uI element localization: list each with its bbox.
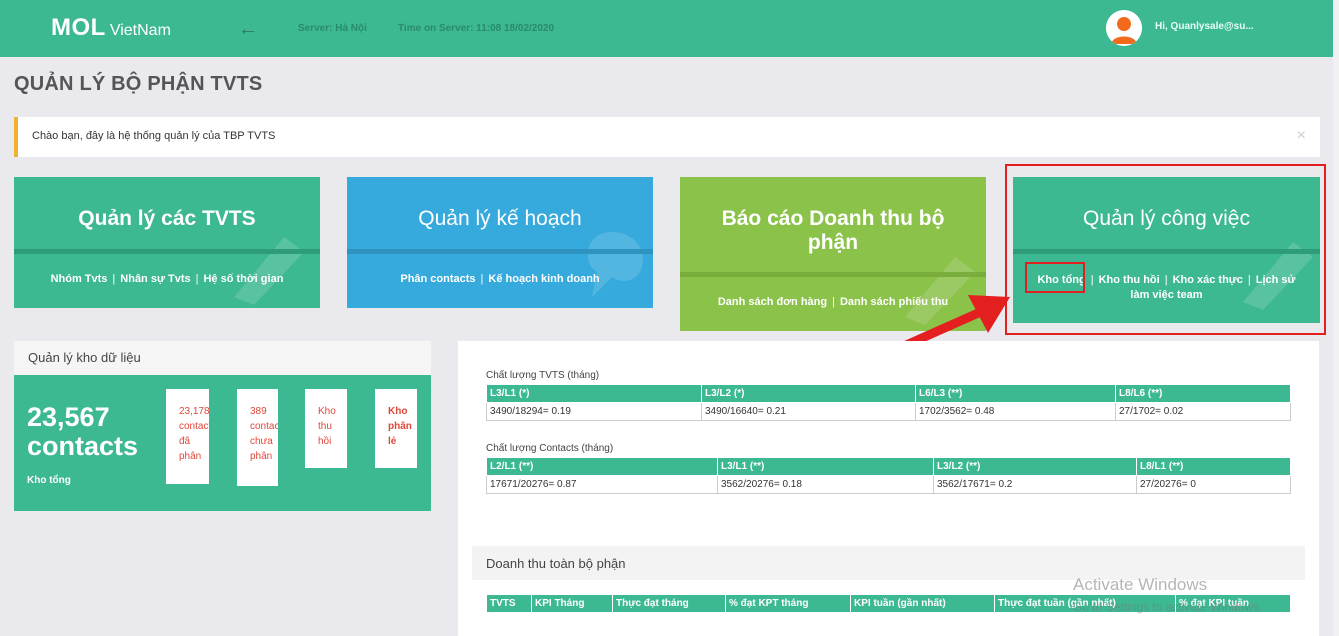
table-header-cell: L8/L1 (**) [1136, 457, 1291, 476]
link-ke-hoach-kinh-doanh[interactable]: Kế hoạch kinh doanh [488, 273, 599, 285]
quality-contacts-table: L2/L1 (**) L3/L1 (**) L3/L2 (**) L8/L1 (… [486, 457, 1291, 494]
link-separator: | [112, 273, 116, 285]
annotation-highlight-box [1005, 164, 1326, 335]
tile-divider [14, 249, 320, 254]
table-cell: 3490/18294= 0.19 [486, 402, 702, 421]
table-cell: 3562/17671= 0.2 [933, 475, 1137, 494]
link-nhan-su-tvts[interactable]: Nhân sự Tvts [120, 273, 190, 285]
quality-contacts-label: Chất lượng Contacts (tháng) [486, 443, 614, 454]
table-cell: 1702/3562= 0.48 [915, 402, 1116, 421]
table-cell: 27/1702= 0.02 [1115, 402, 1291, 421]
tile-divider [680, 272, 986, 277]
table-header-cell: L3/L2 (*) [701, 384, 916, 403]
table-header-cell: L3/L2 (**) [933, 457, 1137, 476]
kho-card-da-phan[interactable]: 23,178 contact đã phân [166, 389, 209, 484]
table-cell: 27/20276= 0 [1136, 475, 1291, 494]
link-he-so-thoi-gian[interactable]: Hệ số thời gian [203, 273, 283, 285]
contacts-count: 23,567 [27, 402, 110, 432]
tile-title[interactable]: Báo cáo Doanh thu bộ phận [680, 207, 986, 255]
user-greeting[interactable]: Hi, Quanlysale@su... [1155, 21, 1254, 32]
logo-sub-text: VietNam [109, 22, 171, 39]
table-header-cell: TVTS [486, 594, 532, 613]
kho-tong-label: Kho tổng [27, 475, 71, 486]
kho-card-phan-le[interactable]: Kho phân lẻ [375, 389, 417, 468]
contacts-unit: contacts [27, 431, 139, 461]
os-activation-hint: Go to Settings to activate Windows. [1073, 600, 1263, 614]
close-icon[interactable]: × [1297, 127, 1306, 145]
table-header-cell: KPI Tháng [531, 594, 613, 613]
annotation-highlight-kho-tong [1025, 262, 1085, 293]
server-time: Time on Server: 11:08 18/02/2020 [398, 23, 555, 34]
link-nhom-tvts[interactable]: Nhóm Tvts [51, 273, 108, 285]
os-activation-watermark: Activate Windows [1073, 575, 1208, 594]
server-info: Server: Hà Nội [298, 23, 367, 34]
link-separator: | [480, 273, 484, 285]
tile-watermark-icon [587, 232, 643, 297]
quality-tvts-table: L3/L1 (*) L3/L2 (*) L6/L3 (**) L8/L6 (**… [486, 384, 1291, 421]
table-cell: 3562/20276= 0.18 [717, 475, 934, 494]
page-title: QUẢN LÝ BỘ PHẬN TVTS [14, 73, 263, 95]
top-navbar: MOL VietNam ← Server: Hà Nội Time on Serv… [0, 0, 1333, 57]
table-header-row: L2/L1 (**) L3/L1 (**) L3/L2 (**) L8/L1 (… [486, 457, 1291, 476]
logo-main-text: MOL [51, 14, 106, 41]
revenue-section-title: Doanh thu toàn bộ phận [486, 556, 626, 571]
kho-card-chua-phan[interactable]: 389 contact(s) chưa phân [237, 389, 278, 486]
table-header-cell: L8/L6 (**) [1115, 384, 1291, 403]
kho-du-lieu-header: Quản lý kho dữ liệu [14, 341, 431, 375]
table-header-row: L3/L1 (*) L3/L2 (*) L6/L3 (**) L8/L6 (**… [486, 384, 1291, 403]
tile-title[interactable]: Quản lý các TVTS [14, 207, 320, 231]
table-header-cell: L2/L1 (**) [486, 457, 718, 476]
tile-divider [347, 249, 653, 254]
tile-links: Nhóm Tvts | Nhân sự Tvts | Hệ số thời gian [14, 273, 320, 285]
table-header-cell: L3/L1 (**) [717, 457, 934, 476]
table-header-cell: L3/L1 (*) [486, 384, 702, 403]
link-phan-contacts[interactable]: Phân contacts [400, 273, 475, 285]
table-header-cell: L6/L3 (**) [915, 384, 1116, 403]
link-danh-sach-don-hang[interactable]: Danh sách đơn hàng [718, 296, 827, 308]
welcome-alert: Chào bạn, đây là hệ thống quản lý của TB… [14, 117, 1320, 157]
table-row: 17671/20276= 0.87 3562/20276= 0.18 3562/… [486, 475, 1291, 494]
alert-text: Chào bạn, đây là hệ thống quản lý của TB… [32, 130, 276, 142]
quality-tvts-label: Chất lượng TVTS (tháng) [486, 370, 600, 381]
page-scrollbar[interactable] [1333, 0, 1339, 636]
contacts-total: 23,567 contacts [27, 403, 138, 461]
kho-du-lieu-panel: 23,567 contacts Kho tổng 23,178 contact … [14, 375, 431, 511]
table-header-cell: KPI tuần (gần nhất) [850, 594, 995, 613]
tile-manage-plan[interactable]: Quản lý kế hoạch Phân contacts | Kế hoạch … [347, 177, 653, 308]
tile-title[interactable]: Quản lý kế hoạch [347, 207, 653, 231]
app-logo[interactable]: MOL VietNam [51, 14, 171, 42]
link-separator: | [195, 273, 199, 285]
tile-links: Phân contacts | Kế hoạch kinh doanh [347, 273, 653, 285]
kho-du-lieu-title: Quản lý kho dữ liệu [28, 350, 141, 365]
table-header-cell: Thực đạt tháng [612, 594, 726, 613]
table-header-cell: % đạt KPT tháng [725, 594, 851, 613]
table-cell: 17671/20276= 0.87 [486, 475, 718, 494]
back-arrow-icon[interactable]: ← [238, 18, 258, 41]
user-avatar-icon[interactable] [1106, 10, 1142, 46]
table-row: 3490/18294= 0.19 3490/16640= 0.21 1702/3… [486, 402, 1291, 421]
kho-card-thu-hoi[interactable]: Kho thu hồi [305, 389, 347, 468]
table-cell: 3490/16640= 0.21 [701, 402, 916, 421]
tile-manage-tvts[interactable]: Quản lý các TVTS Nhóm Tvts | Nhân sự Tvts |… [14, 177, 320, 308]
